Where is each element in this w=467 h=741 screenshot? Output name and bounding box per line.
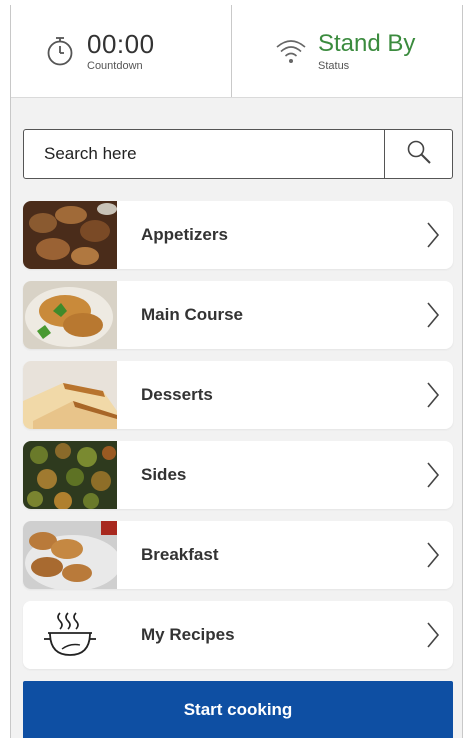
category-item-my-recipes[interactable]: My Recipes <box>23 601 453 669</box>
search-button[interactable] <box>384 130 452 178</box>
category-item-appetizers[interactable]: Appetizers <box>23 201 453 269</box>
search-icon <box>405 138 433 171</box>
countdown-value: 00:00 <box>87 29 155 59</box>
sides-photo <box>23 441 117 509</box>
countdown-label: Countdown <box>87 60 143 72</box>
wifi-icon <box>274 34 308 68</box>
category-list: Appetizers Main Course Desserts Sides Br… <box>23 201 453 681</box>
category-item-desserts[interactable]: Desserts <box>23 361 453 429</box>
cooking-pot-icon <box>23 601 117 669</box>
chevron-right-icon <box>413 301 453 329</box>
chevron-right-icon <box>413 621 453 649</box>
desserts-photo <box>23 361 117 429</box>
category-item-sides[interactable]: Sides <box>23 441 453 509</box>
breakfast-photo <box>23 521 117 589</box>
chevron-right-icon <box>413 221 453 249</box>
chevron-right-icon <box>413 461 453 489</box>
category-label: Desserts <box>141 385 213 404</box>
category-item-breakfast[interactable]: Breakfast <box>23 521 453 589</box>
category-label: Main Course <box>141 305 244 324</box>
main-course-photo <box>23 281 117 349</box>
search-bar <box>23 129 453 179</box>
status-panel: Stand By Status <box>231 5 462 97</box>
stopwatch-icon <box>43 34 77 68</box>
category-item-main-course[interactable]: Main Course <box>23 281 453 349</box>
appetizers-photo <box>23 201 117 269</box>
start-cooking-button[interactable]: Start cooking <box>23 681 453 738</box>
status-header: 00:00 Countdown Stand By Status <box>11 5 462 98</box>
category-label: Appetizers <box>141 225 228 244</box>
category-label: Breakfast <box>141 545 219 564</box>
chevron-right-icon <box>413 381 453 409</box>
category-label: Sides <box>141 465 187 484</box>
status-label: Status <box>318 60 350 72</box>
status-value: Stand By <box>318 30 416 57</box>
countdown-panel: 00:00 Countdown <box>11 5 231 97</box>
app-screen: 00:00 Countdown Stand By Status Search h… <box>10 5 463 738</box>
category-label: My Recipes <box>141 625 235 644</box>
search-input[interactable] <box>24 130 384 178</box>
chevron-right-icon <box>413 541 453 569</box>
